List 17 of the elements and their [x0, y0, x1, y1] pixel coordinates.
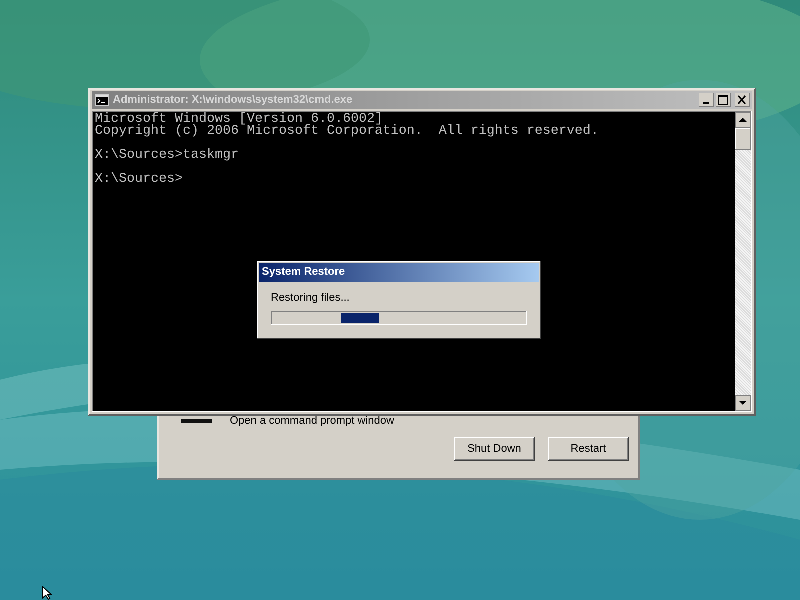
- window-title: Administrator: X:\windows\system32\cmd.exe: [113, 94, 354, 106]
- scroll-thumb[interactable]: [735, 128, 751, 150]
- console-line: X:\Sources>: [95, 174, 184, 186]
- dialog-title: System Restore: [259, 263, 539, 282]
- scroll-down-button[interactable]: [735, 395, 751, 411]
- scroll-up-button[interactable]: [735, 112, 751, 128]
- restart-button[interactable]: Restart: [548, 437, 629, 461]
- scrollbar[interactable]: [735, 112, 751, 411]
- console-line: Copyright (c) 2006 Microsoft Corporation. All rights reserved.: [95, 126, 600, 138]
- option-description: Open a command prompt window: [230, 415, 394, 427]
- cursor-icon: [42, 586, 54, 600]
- status-message: Restoring files...: [271, 292, 351, 304]
- shut-down-button[interactable]: Shut Down: [454, 437, 535, 461]
- minimize-button[interactable]: [699, 93, 714, 107]
- maximize-button[interactable]: [716, 93, 731, 107]
- console-line: X:\Sources>taskmgr: [95, 150, 240, 162]
- close-button[interactable]: [735, 93, 750, 107]
